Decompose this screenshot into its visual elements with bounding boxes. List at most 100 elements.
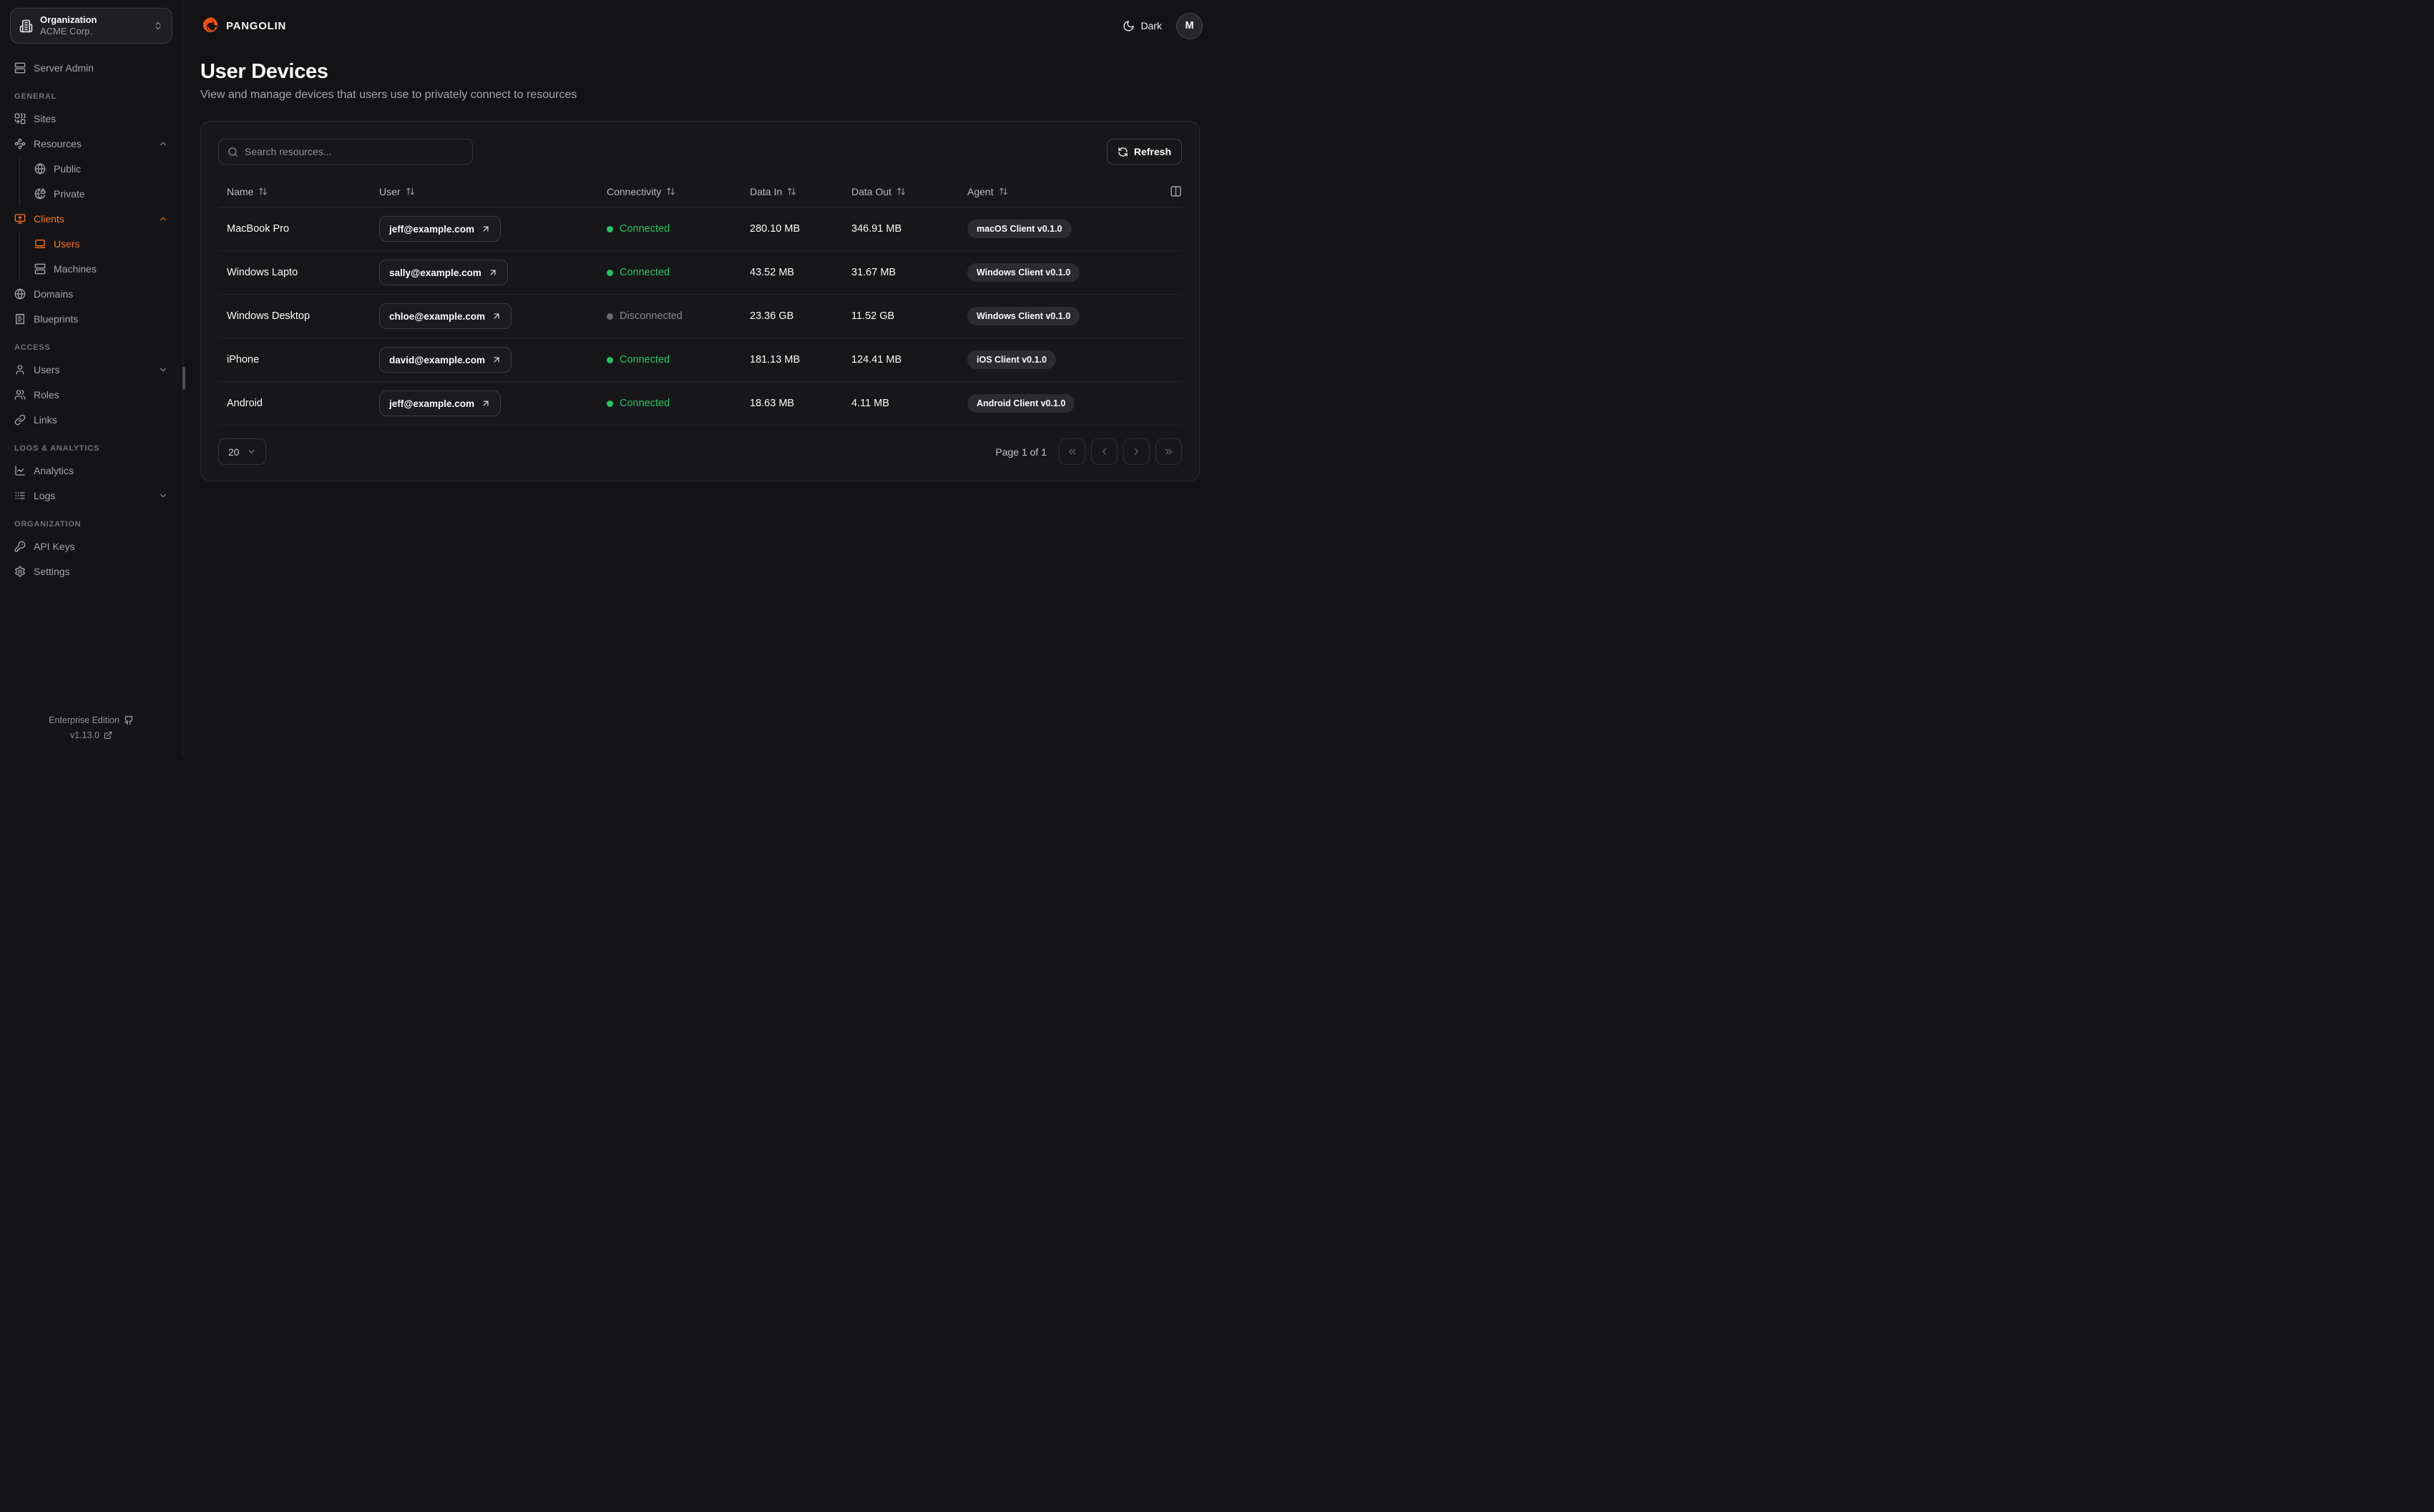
user-link-button[interactable]: jeff@example.com [379, 391, 501, 416]
edition-link[interactable]: Enterprise Edition [10, 715, 172, 725]
avatar-initial: M [1185, 20, 1194, 31]
user-email: chloe@example.com [389, 310, 485, 322]
section-label-access: Access [14, 343, 51, 352]
sidebar-item-settings[interactable]: Settings [10, 559, 172, 584]
sidebar-item-analytics[interactable]: Analytics [10, 458, 172, 483]
chevron-left-icon [1099, 446, 1110, 457]
section-label-logs-analytics: Logs & Analytics [14, 444, 100, 453]
sidebar-resize-handle[interactable] [182, 366, 185, 390]
chart-line-icon [14, 465, 26, 476]
sidebar-item-label: Links [34, 413, 57, 426]
sort-icon [787, 187, 796, 196]
sidebar-item-label: Clients [34, 212, 64, 225]
page-title: User Devices [200, 60, 328, 83]
column-header-name[interactable]: Name [218, 186, 371, 197]
avatar[interactable]: M [1176, 12, 1203, 39]
sidebar-item-roles[interactable]: Roles [10, 382, 172, 407]
status-label: Connected [620, 267, 670, 278]
sort-icon [999, 187, 1008, 196]
sort-icon [258, 187, 268, 196]
sidebar-item-logs[interactable]: Logs [10, 483, 172, 508]
user-email: jeff@example.com [389, 398, 474, 409]
sidebar-item-machines[interactable]: Machines [30, 256, 172, 281]
brand[interactable]: PANGOLIN [200, 16, 286, 36]
status-dot [607, 400, 613, 407]
sidebar-item-resources[interactable]: Resources [10, 131, 172, 156]
server-icon [34, 263, 46, 275]
combine-icon [14, 113, 26, 124]
data-in: 18.63 MB [750, 398, 795, 409]
theme-toggle[interactable]: Dark [1123, 20, 1162, 32]
org-switcher-title: Organization [40, 14, 97, 25]
column-header-data-in[interactable]: Data In [741, 186, 843, 197]
table-row: MacBook Pro jeff@example.com Connected 2… [218, 207, 1182, 251]
status-label: Connected [620, 398, 670, 409]
columns-visibility-icon[interactable] [1170, 185, 1182, 197]
refresh-button[interactable]: Refresh [1106, 139, 1182, 165]
column-header-agent[interactable]: Agent [959, 186, 1160, 197]
user-icon [14, 364, 26, 375]
page-subtitle: View and manage devices that users use t… [200, 89, 577, 101]
page-head: User Devices View and manage devices tha… [183, 51, 1217, 102]
column-header-data-out[interactable]: Data Out [843, 186, 959, 197]
arrow-up-right-icon [492, 311, 502, 321]
search-input[interactable] [245, 146, 464, 157]
sidebar-item-label: Logs [34, 489, 56, 501]
data-out: 31.67 MB [851, 267, 896, 278]
globe-icon [34, 163, 46, 175]
sidebar-item-label: Machines [54, 262, 97, 275]
data-out: 346.91 MB [851, 223, 902, 235]
version-link[interactable]: v1.13.0 [10, 730, 172, 740]
data-in: 280.10 MB [750, 223, 801, 235]
prev-page-button[interactable] [1091, 438, 1118, 465]
pager-buttons [1059, 438, 1182, 465]
agent-badge: iOS Client v0.1.0 [967, 350, 1056, 369]
gear-icon [14, 566, 26, 577]
sidebar-item-links[interactable]: Links [10, 407, 172, 432]
sidebar-item-server-admin[interactable]: Server Admin [10, 55, 172, 80]
user-link-button[interactable]: david@example.com [379, 347, 512, 373]
column-label: Connectivity [607, 185, 662, 197]
sidebar-item-public[interactable]: Public [30, 156, 172, 181]
sidebar-item-sites[interactable]: Sites [10, 106, 172, 131]
page-size-value: 20 [228, 446, 240, 458]
server-icon [14, 62, 26, 74]
chevrons-left-icon [1067, 446, 1077, 457]
sidebar-item-client-users[interactable]: Users [30, 231, 172, 256]
brand-name: PANGOLIN [226, 19, 287, 32]
first-page-button[interactable] [1059, 438, 1085, 465]
globe-icon [14, 288, 26, 300]
column-header-user[interactable]: User [371, 186, 598, 197]
user-link-button[interactable]: sally@example.com [379, 260, 508, 285]
sidebar-item-label: Analytics [34, 464, 74, 476]
edition-label: Enterprise Edition [49, 715, 119, 725]
status-label: Disconnected [620, 310, 683, 322]
data-in: 23.36 GB [750, 310, 794, 322]
chevron-down-icon [247, 447, 256, 456]
sidebar-item-label: Blueprints [34, 313, 79, 325]
sidebar-item-blueprints[interactable]: Blueprints [10, 306, 172, 331]
sidebar-item-domains[interactable]: Domains [10, 281, 172, 306]
sidebar-item-label: Domains [34, 288, 74, 300]
external-link-icon [104, 731, 112, 740]
next-page-button[interactable] [1123, 438, 1150, 465]
sidebar-item-clients[interactable]: Clients [10, 206, 172, 231]
sidebar-item-api-keys[interactable]: API Keys [10, 534, 172, 559]
sidebar-item-label: Public [54, 162, 82, 175]
sidebar-item-private[interactable]: Private [30, 181, 172, 206]
laptop-icon [34, 238, 46, 250]
chevron-up-icon [158, 214, 168, 224]
sidebar-item-users[interactable]: Users [10, 357, 172, 382]
user-link-button[interactable]: jeff@example.com [379, 216, 501, 242]
column-header-connectivity[interactable]: Connectivity [598, 186, 741, 197]
last-page-button[interactable] [1155, 438, 1182, 465]
pager: Page 1 of 1 [995, 438, 1182, 465]
sidebar-item-label: API Keys [34, 540, 75, 552]
agent-badge: Android Client v0.1.0 [967, 394, 1075, 413]
devices-card: Refresh Name User Connectivity Data In [200, 121, 1200, 481]
connectivity-status: Connected [598, 223, 741, 235]
org-switcher[interactable]: Organization ACME Corp. [10, 8, 172, 44]
table-header-row: Name User Connectivity Data In Data Out … [218, 176, 1182, 207]
user-link-button[interactable]: chloe@example.com [379, 303, 512, 329]
page-size-select[interactable]: 20 [218, 438, 266, 465]
